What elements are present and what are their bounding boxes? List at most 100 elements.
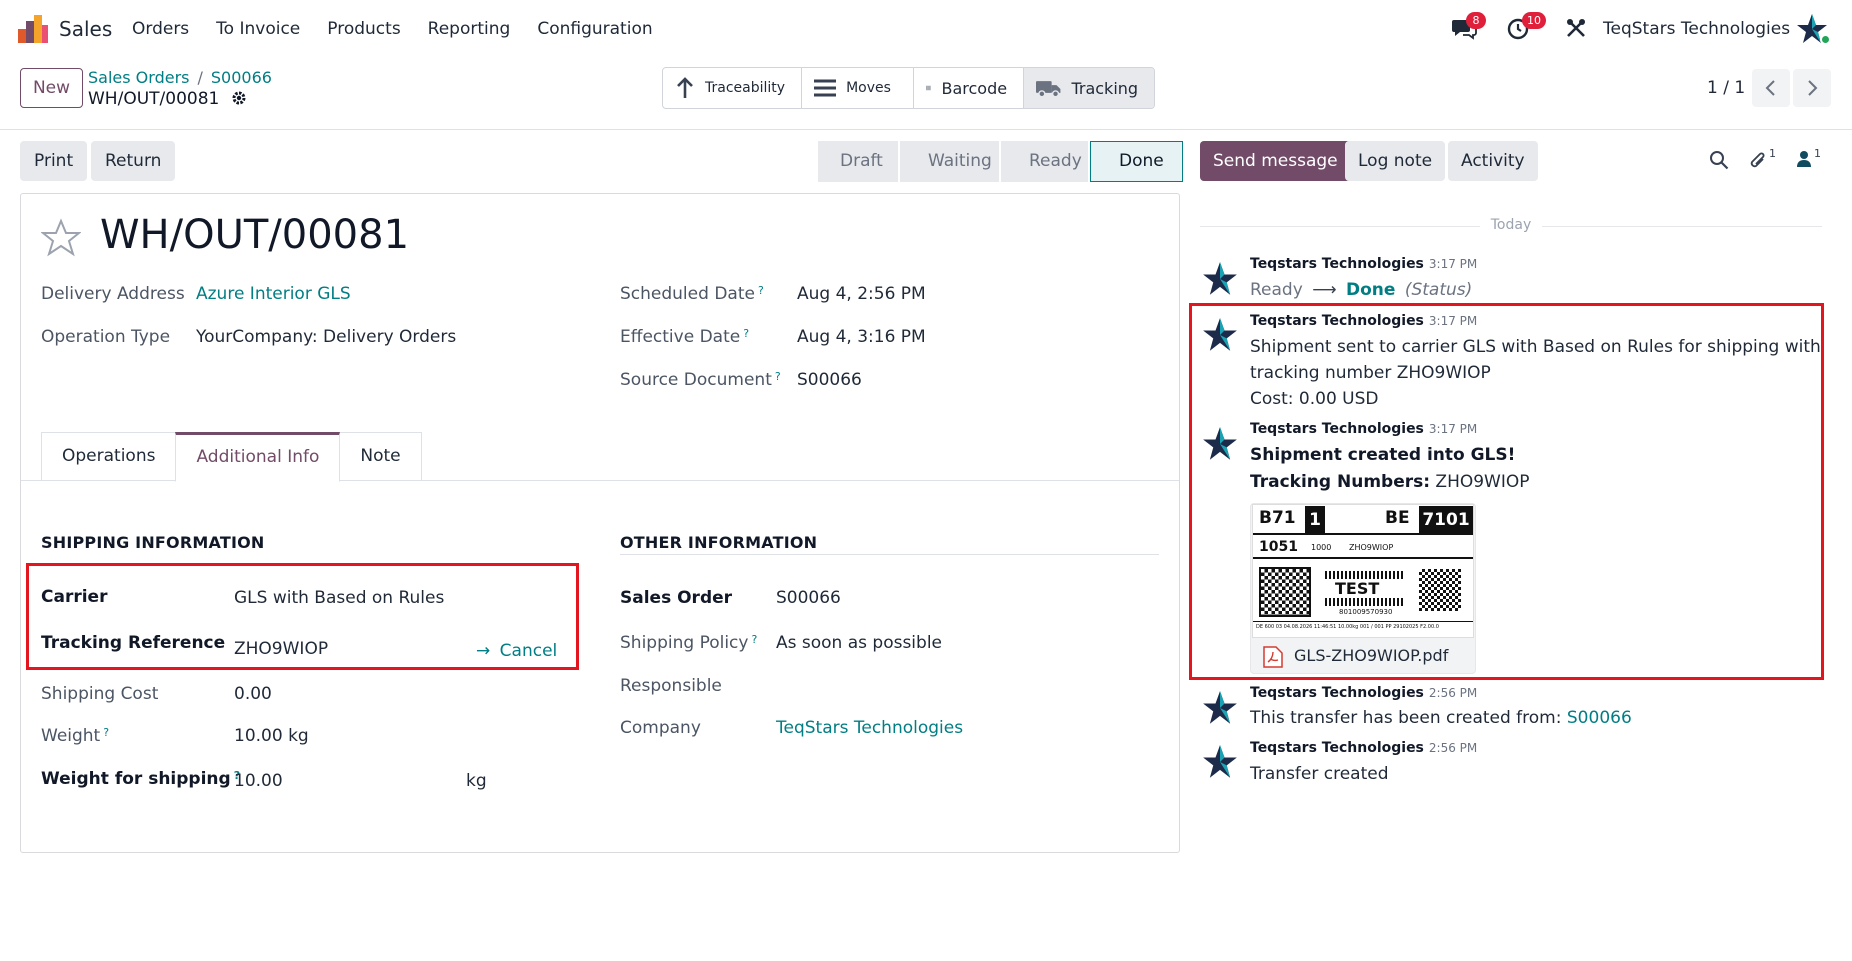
debug-tools-icon[interactable] <box>1565 17 1593 43</box>
barcode-icon <box>926 85 932 91</box>
shipping-policy-value[interactable]: As soon as possible <box>776 633 942 653</box>
shipping-cost-label: Shipping Cost <box>41 684 159 704</box>
message-author[interactable]: Teqstars Technologies 2:56 PM <box>1250 740 1477 756</box>
responsible-label: Responsible <box>620 676 722 696</box>
message-text: Shipment sent to carrier GLS with Based … <box>1250 337 1821 357</box>
arrow-right-icon: → <box>476 641 491 661</box>
followers-icon[interactable]: 1 <box>1796 147 1821 172</box>
operation-type-label: Operation Type <box>41 327 171 347</box>
author-avatar-icon[interactable] <box>1202 317 1238 353</box>
log-note-button[interactable]: Log note <box>1345 141 1446 181</box>
arrow-up-icon <box>677 77 693 98</box>
other-information-title: OTHER INFORMATION <box>620 533 818 552</box>
tab-additional-info[interactable]: Additional Info <box>175 432 341 482</box>
sales-app-icon[interactable] <box>18 15 48 43</box>
sales-order-value[interactable]: S00066 <box>776 588 841 608</box>
author-avatar-icon[interactable] <box>1202 690 1238 726</box>
menu-orders[interactable]: Orders <box>132 19 189 39</box>
today-separator: Today <box>1490 217 1532 233</box>
attachment-paperclip-icon[interactable]: 1 <box>1748 147 1776 176</box>
tab-note[interactable]: Note <box>339 432 422 481</box>
messaging-icon[interactable]: 8 <box>1451 12 1486 42</box>
breadcrumb: Sales Orders / S00066 <box>88 68 272 87</box>
menu-reporting[interactable]: Reporting <box>428 19 511 39</box>
sales-order-label: Sales Order <box>620 588 733 608</box>
pager-previous-button[interactable] <box>1752 69 1790 107</box>
message-text: Cost: 0.00 USD <box>1250 389 1379 409</box>
weight-value: 10.00 kg <box>234 726 309 746</box>
truck-icon <box>1036 81 1061 98</box>
form-sheet <box>20 193 1180 853</box>
main-menu: Orders To Invoice Products Reporting Con… <box>132 19 680 39</box>
author-avatar-icon[interactable] <box>1202 744 1238 780</box>
arrow-right-icon: ⟶ <box>1312 280 1337 300</box>
search-icon[interactable] <box>1709 150 1729 174</box>
author-avatar-icon[interactable] <box>1202 426 1238 462</box>
tab-operations[interactable]: Operations <box>41 432 177 481</box>
delivery-address-value[interactable]: Azure Interior GLS <box>196 284 351 304</box>
stage-ready[interactable]: Ready <box>1001 141 1088 182</box>
company-value[interactable]: TeqStars Technologies <box>776 718 963 738</box>
priority-star-icon[interactable] <box>41 218 81 258</box>
chevron-right-icon <box>1808 80 1818 96</box>
record-breadcrumb-current: WH/OUT/00081 <box>88 89 247 109</box>
carrier-value[interactable]: GLS with Based on Rules <box>234 588 444 608</box>
online-status-dot <box>1820 34 1831 45</box>
scheduled-date-value[interactable]: Aug 4, 2:56 PM <box>797 284 926 304</box>
message-author[interactable]: Teqstars Technologies 2:56 PM <box>1250 685 1477 701</box>
moves-button[interactable]: Moves <box>802 68 915 108</box>
new-button[interactable]: New <box>20 68 83 108</box>
stage-done[interactable]: Done <box>1090 141 1183 182</box>
effective-date-label: Effective Date? <box>620 327 750 347</box>
message-author[interactable]: Teqstars Technologies 3:17 PM <box>1250 313 1477 329</box>
message-author[interactable]: Teqstars Technologies 3:17 PM <box>1250 421 1477 437</box>
source-document-value[interactable]: S00066 <box>797 370 862 390</box>
stage-draft[interactable]: Draft <box>818 141 898 182</box>
app-name[interactable]: Sales <box>59 17 112 41</box>
cancel-shipment-link[interactable]: → Cancel <box>476 641 557 661</box>
status-change-text: Ready ⟶ Done (Status) <box>1250 280 1473 300</box>
send-message-button[interactable]: Send message <box>1200 141 1351 181</box>
barcode-button[interactable]: Barcode <box>914 68 1025 108</box>
status-bar: Draft Waiting Ready Done <box>818 141 1185 182</box>
tracking-reference-value[interactable]: ZHO9WIOP <box>234 639 328 659</box>
message-text: This transfer has been created from: S00… <box>1250 708 1632 728</box>
weight-for-shipping-label: Weight for shipping? <box>41 769 241 789</box>
shipping-label-preview[interactable]: B71 1 BE 7101 1051 1000 ZHO9WIOP TEST 80… <box>1252 504 1474 638</box>
breadcrumb-order[interactable]: S00066 <box>211 68 272 87</box>
print-button[interactable]: Print <box>20 141 88 181</box>
section-divider <box>620 554 1159 555</box>
source-order-link[interactable]: S00066 <box>1567 708 1632 728</box>
message-text: tracking number ZHO9WIOP <box>1250 363 1491 383</box>
company-label: Company <box>620 718 701 738</box>
shipping-information-title: SHIPPING INFORMATION <box>41 533 265 552</box>
form-tabs: Operations Additional Info Note <box>41 432 422 482</box>
traceability-button[interactable]: Traceability <box>663 68 803 108</box>
gear-icon[interactable] <box>231 90 247 106</box>
weight-for-shipping-unit: kg <box>466 771 487 791</box>
tracking-reference-label: Tracking Reference <box>41 633 226 653</box>
weight-for-shipping-value[interactable]: 10.00 <box>234 771 283 791</box>
author-avatar-icon[interactable] <box>1202 261 1238 297</box>
menu-configuration[interactable]: Configuration <box>537 19 652 39</box>
operation-type-value[interactable]: YourCompany: Delivery Orders <box>196 327 456 347</box>
shipping-policy-label: Shipping Policy? <box>620 633 758 653</box>
pager-next-button[interactable] <box>1793 69 1831 107</box>
shipping-cost-value: 0.00 <box>234 684 272 704</box>
return-button[interactable]: Return <box>91 141 176 181</box>
tracking-button[interactable]: Tracking <box>1024 68 1155 108</box>
record-title-small: WH/OUT/00081 <box>88 89 220 109</box>
menu-to-invoice[interactable]: To Invoice <box>216 19 300 39</box>
cancel-label: Cancel <box>499 641 558 661</box>
attachment-filename[interactable]: GLS-ZHO9WIOP.pdf <box>1294 646 1448 665</box>
company-switcher[interactable]: TeqStars Technologies <box>1603 19 1790 39</box>
tracking-label: Tracking <box>1071 78 1139 98</box>
activity-clock-icon[interactable]: 10 <box>1507 12 1546 42</box>
source-document-label: Source Document? <box>620 370 781 390</box>
message-author[interactable]: Teqstars Technologies 3:17 PM <box>1250 256 1477 272</box>
menu-products[interactable]: Products <box>327 19 400 39</box>
activity-button[interactable]: Activity <box>1448 141 1538 181</box>
pager-value[interactable]: 1 / 1 <box>1707 78 1745 98</box>
stage-waiting[interactable]: Waiting <box>900 141 999 182</box>
breadcrumb-sales-orders[interactable]: Sales Orders <box>88 68 189 87</box>
